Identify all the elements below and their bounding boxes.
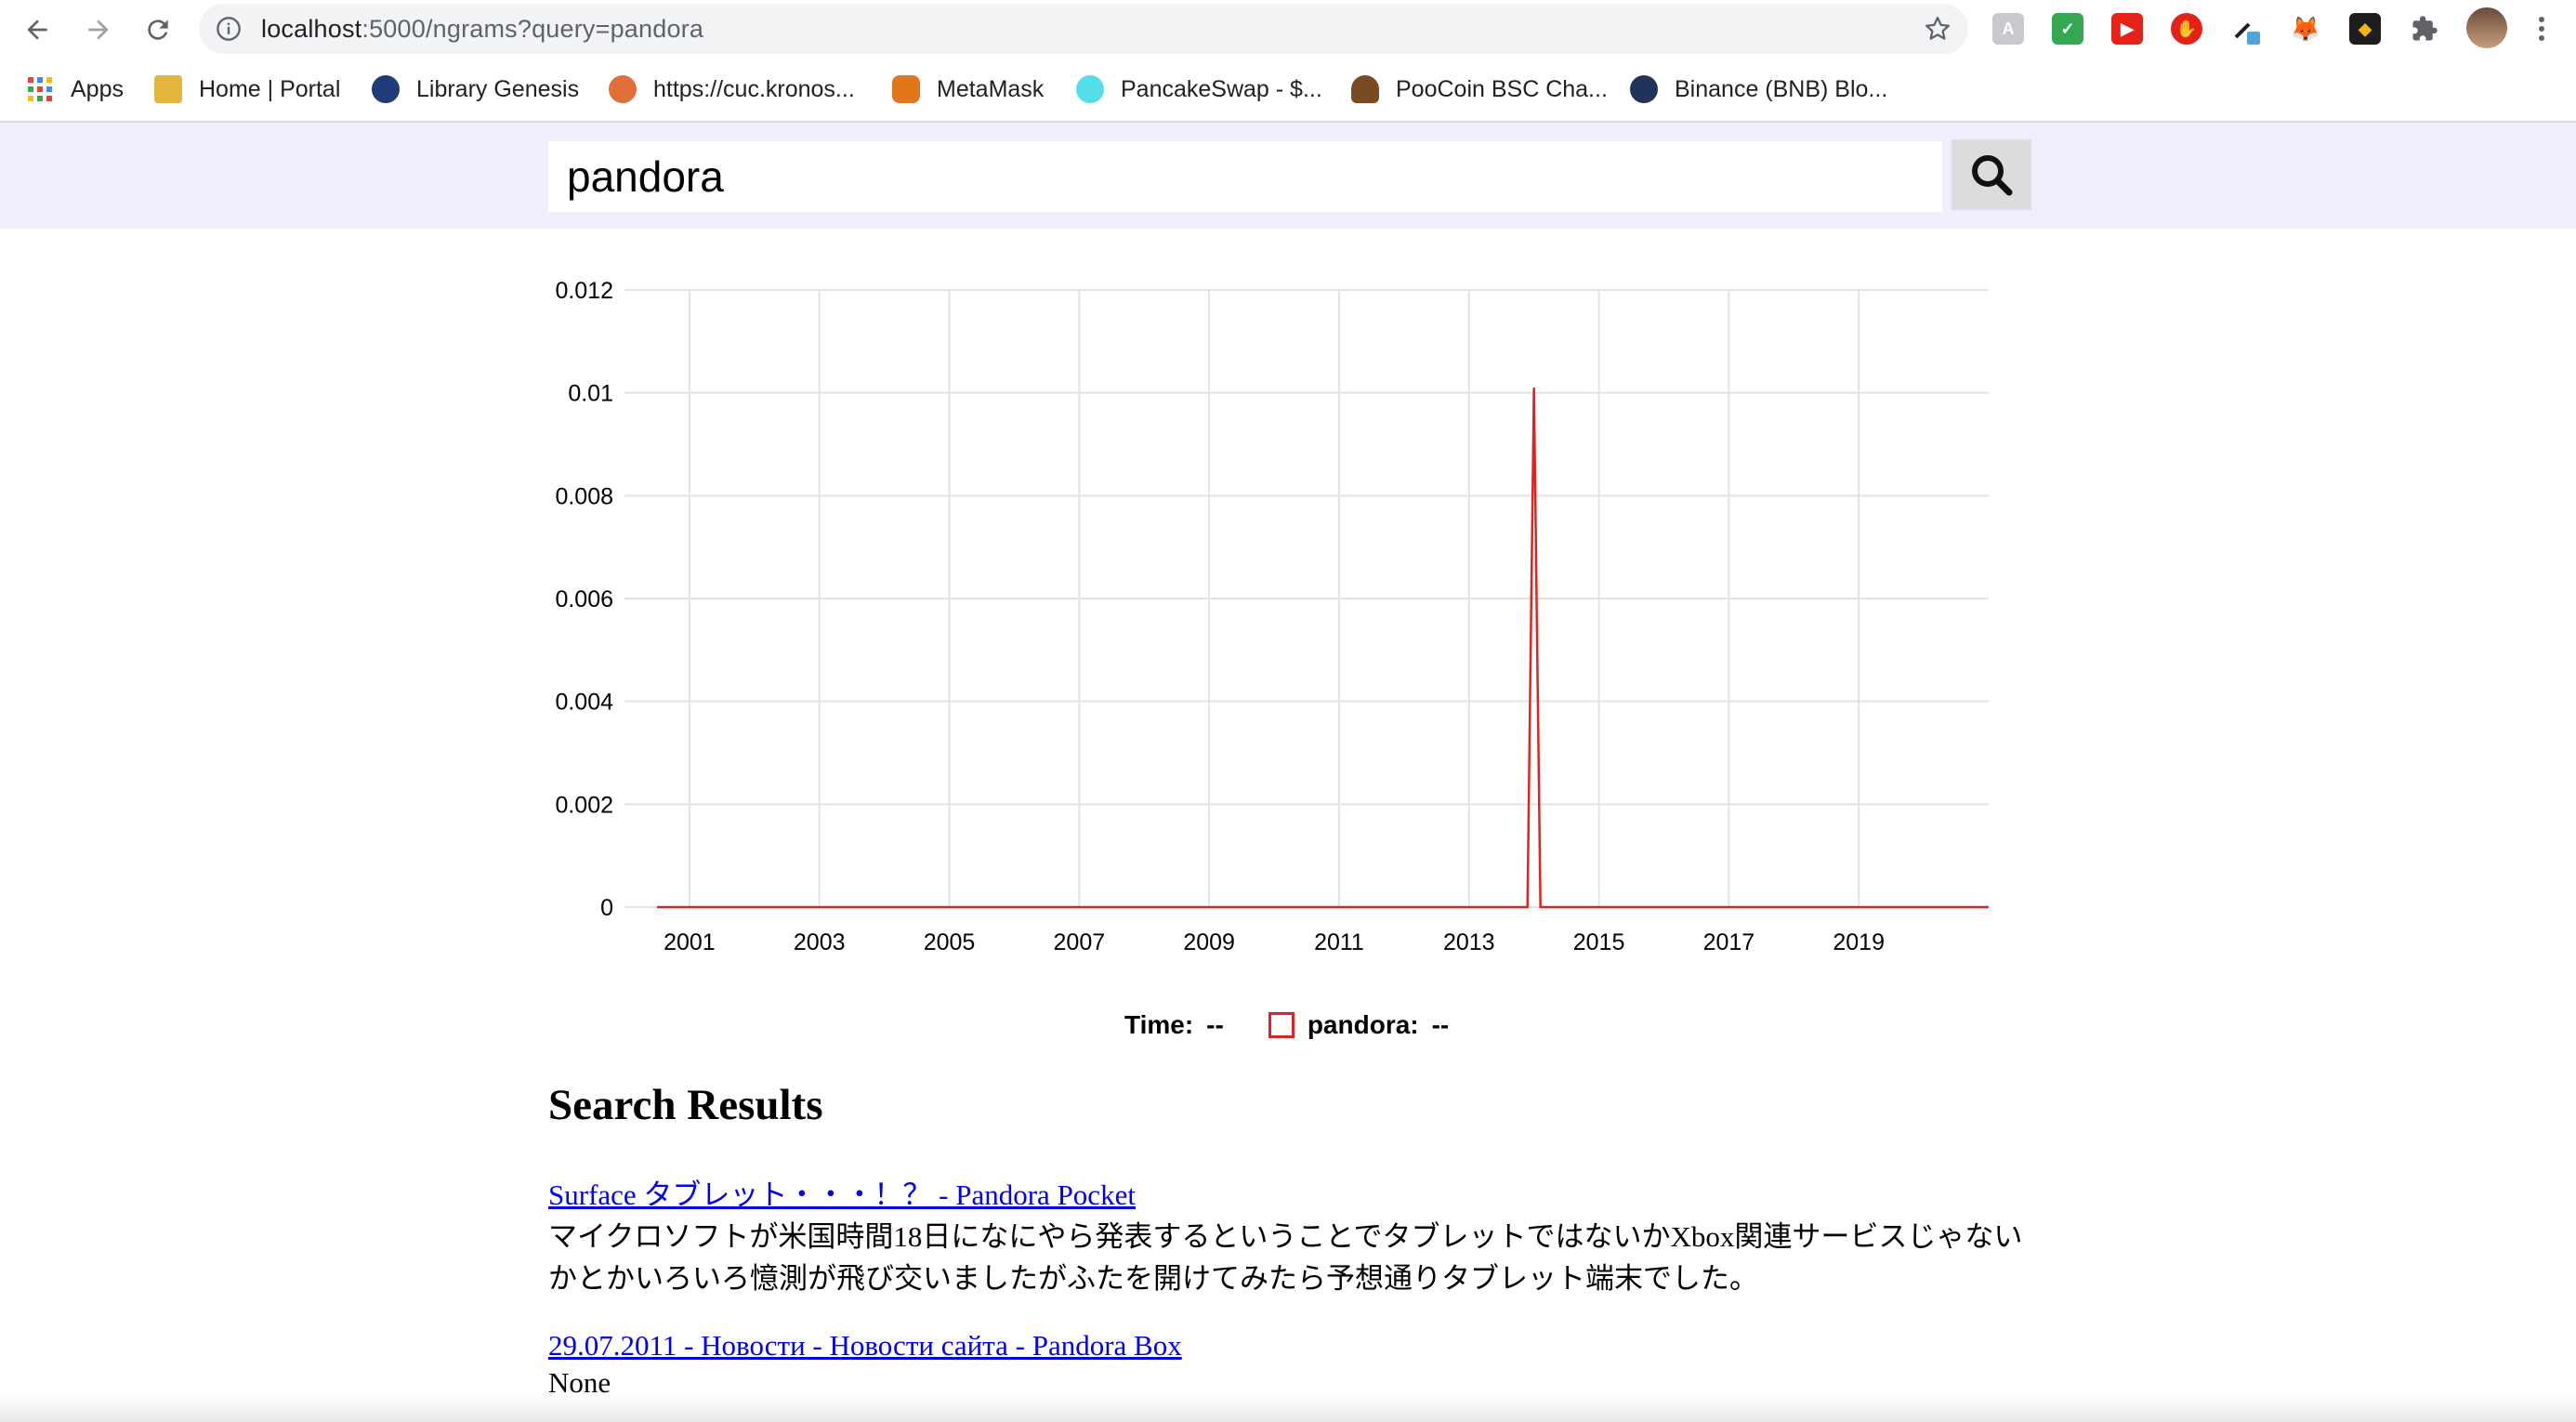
x-tick-label: 2001 [664, 929, 716, 955]
metamask-ext-icon[interactable]: 🦊 [2290, 13, 2321, 45]
result-link[interactable]: 29.07.2011 - Новости - Новости сайта - P… [548, 1325, 2035, 1366]
legend-series-label: pandora: [1307, 1010, 1419, 1039]
folder-icon [154, 75, 182, 103]
browser-toolbar: localhost:5000/ngrams?query=pandora A ✓ … [0, 0, 2576, 58]
result-link[interactable]: Surface タブレット・・・！？ - Pandora Pocket [548, 1175, 2035, 1216]
y-tick-label: 0.004 [555, 690, 613, 716]
result-description: マイクロソフトが米国時間18日になにやら発表するということでタブレットではないか… [548, 1220, 2023, 1295]
bookmark-label: PooCoin BSC Cha... [1396, 75, 1608, 102]
puzzle-extensions-icon[interactable] [2409, 13, 2440, 45]
library-genesis-icon [372, 75, 400, 103]
legend-series-swatch [1268, 1012, 1295, 1038]
search-results-heading: Search Results [548, 1081, 823, 1129]
chart-series [656, 388, 1989, 909]
bscscan-icon [1630, 75, 1658, 103]
bookmark-label: PancakeSwap - $... [1121, 75, 1322, 102]
back-button[interactable] [19, 11, 56, 48]
translate-ext-icon[interactable]: A [1992, 13, 2024, 45]
bookmark-kronos[interactable]: https://cuc.kronos... [609, 71, 855, 108]
search-result-item: Surface タブレット・・・！？ - Pandora Pocket マイクロ… [548, 1175, 2035, 1299]
x-tick-label: 2015 [1573, 929, 1625, 955]
x-tick-label: 2007 [1054, 929, 1106, 955]
youtube-ext-icon[interactable]: ▶ [2111, 13, 2143, 45]
url-host: localhost [261, 15, 362, 43]
binance-ext-icon[interactable]: ◆ [2349, 13, 2381, 45]
legend-series-value: -- [1431, 1010, 1450, 1039]
eyedropper-ext-icon[interactable] [2230, 13, 2262, 45]
x-tick-label: 2011 [1314, 929, 1364, 955]
y-tick-label: 0.008 [555, 483, 613, 509]
address-bar[interactable]: localhost:5000/ngrams?query=pandora [199, 4, 1968, 54]
bookmark-star-icon[interactable] [1924, 15, 1952, 47]
bookmark-library-genesis[interactable]: Library Genesis [372, 71, 579, 108]
search-result-item: 29.07.2011 - Новости - Новости сайта - P… [548, 1325, 2035, 1400]
kebab-menu-icon[interactable] [2526, 13, 2557, 45]
x-tick-label: 2017 [1703, 929, 1755, 955]
x-tick-label: 2013 [1443, 929, 1495, 955]
legend-time-label: Time: [1124, 1010, 1194, 1039]
bookmark-label: Home | Portal [199, 75, 341, 102]
bookmark-label: Binance (BNB) Blo... [1675, 75, 1888, 102]
bookmark-label: https://cuc.kronos... [653, 75, 855, 102]
search-button[interactable] [1952, 139, 2031, 210]
site-info-icon[interactable] [216, 16, 242, 46]
chart-legend: Time: -- pandora: -- [1124, 1007, 1449, 1044]
y-tick-label: 0 [600, 895, 613, 921]
chart-axes: 0 0.002 0.004 0.006 0.008 0.01 0.012 2001 2003 20… [555, 278, 1885, 955]
mail-check-ext-icon[interactable]: ✓ [2052, 13, 2083, 45]
url-text[interactable]: localhost:5000/ngrams?query=pandora [261, 4, 703, 54]
y-tick-label: 0.012 [555, 278, 613, 304]
kronos-icon [609, 75, 637, 103]
reload-button[interactable] [139, 11, 177, 48]
forward-arrow-icon [88, 20, 109, 40]
reload-icon [148, 20, 168, 40]
y-tick-label: 0.006 [555, 586, 613, 612]
x-tick-label: 2009 [1183, 929, 1235, 955]
x-tick-label: 2019 [1833, 929, 1885, 955]
search-icon [1972, 155, 2013, 196]
url-path: :5000/ngrams?query=pandora [361, 15, 704, 43]
apps-grid-icon [28, 77, 52, 101]
y-tick-label: 0.002 [555, 792, 613, 818]
search-input[interactable] [548, 141, 1942, 212]
bookmarks-bar: Apps Home | Portal Library Genesis https… [0, 58, 2576, 123]
forward-button[interactable] [80, 11, 117, 48]
bookmark-metamask[interactable]: MetaMask [892, 71, 1044, 108]
x-tick-label: 2003 [794, 929, 846, 955]
series-line-pandora [656, 388, 1989, 909]
metamask-fox-icon [892, 75, 920, 103]
bookmark-label: Library Genesis [416, 75, 580, 102]
profile-avatar[interactable] [2466, 7, 2507, 48]
pancakeswap-bunny-icon [1076, 75, 1104, 103]
poocoin-icon [1351, 75, 1379, 103]
bookmark-home-portal[interactable]: Home | Portal [154, 71, 340, 108]
search-header [0, 123, 2576, 229]
bookmark-pancakeswap[interactable]: PancakeSwap - $... [1076, 71, 1322, 108]
window-bottom-edge [0, 1394, 2576, 1422]
bookmark-apps[interactable]: Apps [26, 71, 124, 108]
bookmark-label: Apps [71, 75, 124, 102]
y-tick-label: 0.01 [568, 381, 613, 407]
back-arrow-icon [27, 20, 47, 40]
x-tick-label: 2005 [924, 929, 976, 955]
bookmark-poocoin[interactable]: PooCoin BSC Cha... [1351, 71, 1608, 108]
legend-time-value: -- [1206, 1010, 1224, 1039]
adblock-hand-ext-icon[interactable]: ✋ [2171, 13, 2202, 45]
bookmark-binance-explorer[interactable]: Binance (BNB) Blo... [1630, 71, 1887, 108]
bookmark-label: MetaMask [937, 75, 1045, 102]
chart-grid [624, 289, 1989, 908]
ngram-line-chart[interactable]: 0 0.002 0.004 0.006 0.008 0.01 0.012 2001 2003 20… [539, 251, 2007, 976]
